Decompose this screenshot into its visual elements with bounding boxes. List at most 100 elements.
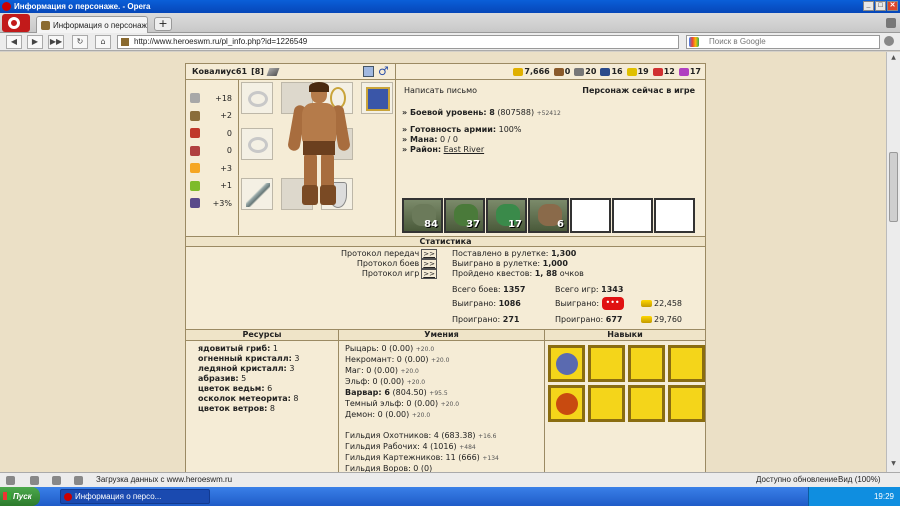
- page-viewport: Ковалиус61 [8] ♂ +18 +2 0 0 +3 +1 +3% 7,…: [0, 52, 886, 472]
- character-name: Ковалиус61: [192, 67, 248, 76]
- forward-button[interactable]: ▶: [27, 35, 43, 49]
- scroll-up-icon[interactable]: ▲: [889, 54, 898, 63]
- character-left-pane: Ковалиус61 [8] ♂ +18 +2 0 0 +3 +1 +3%: [186, 64, 396, 236]
- tools-icon[interactable]: [884, 36, 894, 46]
- tab-menu-icon[interactable]: [886, 18, 896, 28]
- stat-value: +18: [215, 93, 232, 103]
- army-empty-slot[interactable]: [570, 198, 611, 233]
- transfer-protocol-button[interactable]: >>: [421, 249, 437, 259]
- army-slots: 84 37 17 6: [402, 198, 695, 233]
- perks-header: Навыки: [545, 330, 705, 341]
- roulette-won-row: Выиграно в рулетке: 1,000: [452, 259, 568, 268]
- perks-grid: [548, 345, 705, 422]
- army-ready-row: » Готовность армии: 100%: [402, 125, 522, 134]
- top-resources: 7,666 0 20 16 19 12 17: [396, 64, 705, 80]
- stat-value: 0: [226, 128, 232, 138]
- new-tab-button[interactable]: +: [154, 17, 172, 31]
- zoom-level[interactable]: Вид (100%): [838, 473, 880, 487]
- stat-row: 0: [190, 126, 238, 140]
- resource-value: 12: [663, 67, 675, 76]
- start-button[interactable]: Пуск: [0, 487, 40, 506]
- home-button[interactable]: ⌂: [95, 35, 111, 49]
- perk-empty-slot[interactable]: [588, 345, 625, 382]
- opera-icon: [2, 2, 11, 11]
- write-letter-link[interactable]: Написать письмо: [404, 86, 477, 95]
- statistics-body: Протокол передач >> Протокол боев >> Прото…: [186, 247, 705, 329]
- taskbar-opera-window[interactable]: Информация о персо...: [60, 489, 210, 504]
- speed-dial-icon[interactable]: [30, 476, 39, 485]
- fast-forward-button[interactable]: ▶▶: [48, 35, 64, 49]
- weapon-slot[interactable]: [241, 178, 273, 210]
- resource-row: цветок ведьм: 6: [198, 384, 273, 393]
- gold-lost-row: 29,760: [641, 315, 682, 324]
- stat-value: +3%: [212, 198, 232, 208]
- update-status[interactable]: Доступно обновление: [756, 473, 838, 487]
- windows-flag-icon: [3, 492, 11, 500]
- game-protocol-button[interactable]: >>: [421, 269, 437, 279]
- faction-skill-row: Некромант: 0 (0.00) +20.0: [345, 355, 450, 364]
- perk-empty-slot[interactable]: [628, 345, 665, 382]
- perk-slot[interactable]: [548, 345, 585, 382]
- resource-value: 17: [689, 67, 701, 76]
- resource-row: ледяной кристалл: 3: [198, 364, 295, 373]
- panel-toggle-icon[interactable]: [6, 476, 15, 485]
- army-empty-slot[interactable]: [612, 198, 653, 233]
- equipment-area: [238, 80, 396, 235]
- district-link[interactable]: East River: [444, 145, 485, 154]
- ring-slot-2[interactable]: [241, 128, 273, 160]
- send-message-icon[interactable]: [363, 66, 374, 77]
- unit-count: 17: [508, 219, 522, 230]
- reload-button[interactable]: ↻: [72, 35, 88, 49]
- page-icon: [121, 38, 129, 46]
- fire-perk-icon: [556, 393, 578, 415]
- perk-empty-slot[interactable]: [668, 345, 705, 382]
- resource-item: 12: [652, 67, 675, 76]
- scrollbar-thumb[interactable]: [889, 152, 898, 222]
- resource-item: 20: [574, 67, 596, 76]
- stat-row: 0: [190, 144, 238, 158]
- army-unit-slot[interactable]: 17: [486, 198, 527, 233]
- address-field[interactable]: http://www.heroeswm.ru/pl_info.php?id=12…: [117, 35, 679, 49]
- games-won-badge[interactable]: •••: [601, 297, 624, 310]
- perk-empty-slot[interactable]: [668, 385, 705, 422]
- army-empty-slot[interactable]: [654, 198, 695, 233]
- vertical-scrollbar[interactable]: ▲ ▼: [886, 52, 900, 472]
- spellbook-icon: [366, 87, 390, 111]
- scroll-down-icon[interactable]: ▼: [889, 460, 898, 469]
- opera-menu-button[interactable]: [2, 14, 30, 32]
- maximize-button[interactable]: □: [875, 1, 886, 11]
- ring-slot-1[interactable]: [241, 82, 273, 114]
- window-controls: _ □ ✕: [863, 1, 898, 11]
- combat-level-row: » Боевой уровень: 8 (807588) +52412: [402, 108, 561, 117]
- perk-slot[interactable]: [548, 385, 585, 422]
- turbo-icon[interactable]: [52, 476, 61, 485]
- army-unit-slot[interactable]: 84: [402, 198, 443, 233]
- battle-protocol-button[interactable]: >>: [421, 259, 437, 269]
- resource-value: 19: [637, 67, 649, 76]
- book-slot[interactable]: [361, 82, 393, 114]
- battles-total-row: Всего боев: 1357: [452, 285, 526, 294]
- tab-character-info[interactable]: Информация о персонаже ✕: [36, 16, 148, 33]
- army-unit-slot[interactable]: 37: [444, 198, 485, 233]
- perk-empty-slot[interactable]: [628, 385, 665, 422]
- gold-icon: [641, 300, 652, 307]
- resource-item: 17: [678, 67, 701, 76]
- character-panel: Ковалиус61 [8] ♂ +18 +2 0 0 +3 +1 +3% 7,…: [185, 63, 706, 472]
- back-button[interactable]: ◀: [6, 35, 22, 49]
- warrior-perk-icon: [556, 353, 578, 375]
- close-button[interactable]: ✕: [887, 1, 898, 11]
- crystal-icon: [652, 67, 663, 76]
- battle-protocol-row: Протокол боев >>: [356, 259, 437, 269]
- army-unit-slot[interactable]: 6: [528, 198, 569, 233]
- resource-value: 0: [564, 67, 571, 76]
- sword-icon: [190, 93, 200, 103]
- battles-lost-row: Проиграно: 271: [452, 315, 520, 324]
- resources-list: ядовитый гриб: 1 огненный кристалл: 3 ледя…: [186, 341, 338, 414]
- wand-icon: [190, 128, 200, 138]
- search-input[interactable]: Поиск в Google: [686, 35, 880, 49]
- stat-value: +2: [220, 111, 232, 120]
- perk-empty-slot[interactable]: [588, 385, 625, 422]
- stat-row: +3%: [190, 196, 238, 210]
- settings-icon[interactable]: [74, 476, 83, 485]
- minimize-button[interactable]: _: [863, 1, 874, 11]
